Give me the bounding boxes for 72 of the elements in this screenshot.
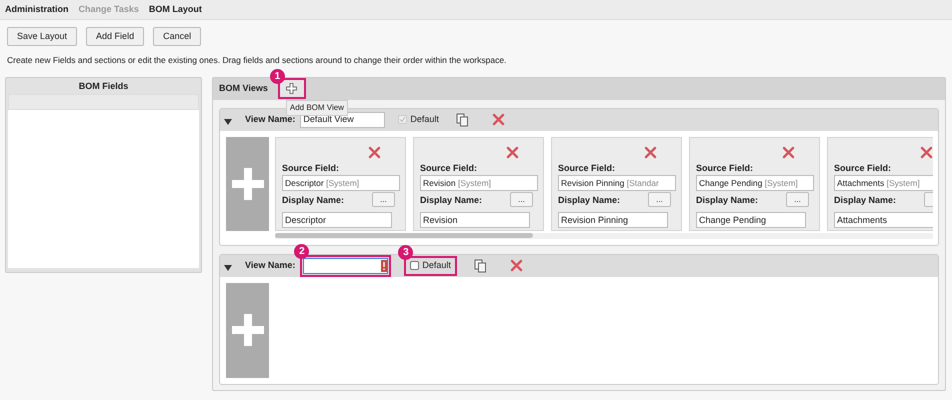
field-value: Revision Pinning <box>561 178 624 188</box>
ellipsis-button[interactable]: ... <box>510 192 533 208</box>
delete-icon[interactable] <box>506 146 519 159</box>
field-label: Display Name: <box>558 194 620 207</box>
toolbar-button[interactable]: Save Layout <box>7 27 78 46</box>
field-card[interactable]: Source Field: Change Pending [System] Display Name: ... Change Pending <box>689 136 820 231</box>
breadcrumb-link[interactable]: Administration <box>5 2 69 16</box>
field-label: Display Name: <box>420 194 482 207</box>
copy-icon[interactable] <box>474 258 487 273</box>
source-field-input[interactable]: Revision [System] <box>420 175 538 192</box>
field-label: Display Name: <box>282 194 344 207</box>
field-label: Source Field: <box>558 162 616 175</box>
display-name-input[interactable]: Descriptor <box>282 212 392 228</box>
delete-icon[interactable] <box>920 146 933 159</box>
field-card[interactable]: Source Field: Descriptor [System] Display Name: ... Descriptor <box>275 136 406 231</box>
collapse-icon[interactable] <box>224 264 232 271</box>
field-label: Source Field: <box>282 162 340 175</box>
ellipsis-button[interactable]: ... <box>786 192 809 208</box>
breadcrumb-link[interactable]: BOM Layout <box>148 2 202 16</box>
field-value: Attachments <box>837 178 884 188</box>
panel-title: BOM Fields <box>78 80 130 93</box>
plus-icon <box>232 168 264 200</box>
field-card[interactable]: Source Field: Attachments [System] Display Name: Attachments <box>827 136 933 231</box>
source-field-input[interactable]: Attachments [System] <box>834 175 933 192</box>
toolbar-button[interactable]: Cancel <box>153 27 202 46</box>
display-name-input[interactable]: Change Pending <box>696 212 806 228</box>
field-label: Display Name: <box>696 194 758 207</box>
source-field-input[interactable]: Change Pending [System] <box>696 175 814 192</box>
field-value: Revision <box>423 178 456 188</box>
callout-badge: 1 <box>270 69 285 84</box>
toolbar-button[interactable]: Add Field <box>86 27 144 46</box>
default-label: Default <box>410 113 439 126</box>
delete-icon[interactable] <box>510 259 523 272</box>
field-label: Display Name: <box>834 194 896 207</box>
display-name-input[interactable]: Revision Pinning <box>558 212 668 228</box>
ellipsis-button[interactable]: ... <box>372 192 395 208</box>
add-field-tile[interactable] <box>226 136 269 231</box>
field-tag: [Standar <box>626 178 659 188</box>
field-value: Descriptor <box>285 178 324 188</box>
default-checkbox[interactable] <box>410 261 420 270</box>
field-tag: [System] <box>886 178 920 188</box>
delete-icon[interactable] <box>782 146 795 159</box>
callout-badge: 3 <box>398 244 414 260</box>
plus-icon <box>286 83 298 94</box>
scrollbar-thumb[interactable] <box>275 232 533 238</box>
field-label: Source Field: <box>696 162 754 175</box>
plus-icon <box>232 314 264 346</box>
default-label: Default <box>422 259 451 272</box>
tooltip: Add BOM View <box>286 100 348 116</box>
source-field-input[interactable]: Revision Pinning [Standar <box>558 175 676 192</box>
collapse-icon[interactable] <box>224 118 232 125</box>
delete-icon[interactable] <box>492 113 505 126</box>
ellipsis-button[interactable]: ... <box>648 192 671 208</box>
display-name-input[interactable]: Attachments <box>834 212 933 228</box>
error-icon <box>381 260 388 272</box>
field-label: Source Field: <box>834 162 892 175</box>
view-name-label: View Name: <box>245 259 296 272</box>
field-tag: [System] <box>764 178 798 188</box>
panel-title: BOM Views <box>219 82 268 95</box>
field-tag: [System] <box>458 178 492 188</box>
field-tag: [System] <box>326 178 360 188</box>
delete-icon[interactable] <box>644 146 657 159</box>
add-field-tile[interactable] <box>226 282 269 378</box>
field-card[interactable]: Source Field: Revision [System] Display Name: ... Revision <box>413 136 544 231</box>
source-field-input[interactable]: Descriptor [System] <box>282 175 400 192</box>
field-value: Change Pending <box>699 178 762 188</box>
copy-icon[interactable] <box>456 112 469 127</box>
field-label: Source Field: <box>420 162 478 175</box>
field-card[interactable]: Source Field: Revision Pinning [Standar Display Name: ... Revision Pinning <box>551 136 682 231</box>
display-name-input[interactable]: Revision <box>420 212 530 228</box>
description-text: Create new Fields and sections or edit the existing ones. Drag fields and sections around to change their order within the workspace. <box>6 54 508 67</box>
delete-icon[interactable] <box>368 146 381 159</box>
